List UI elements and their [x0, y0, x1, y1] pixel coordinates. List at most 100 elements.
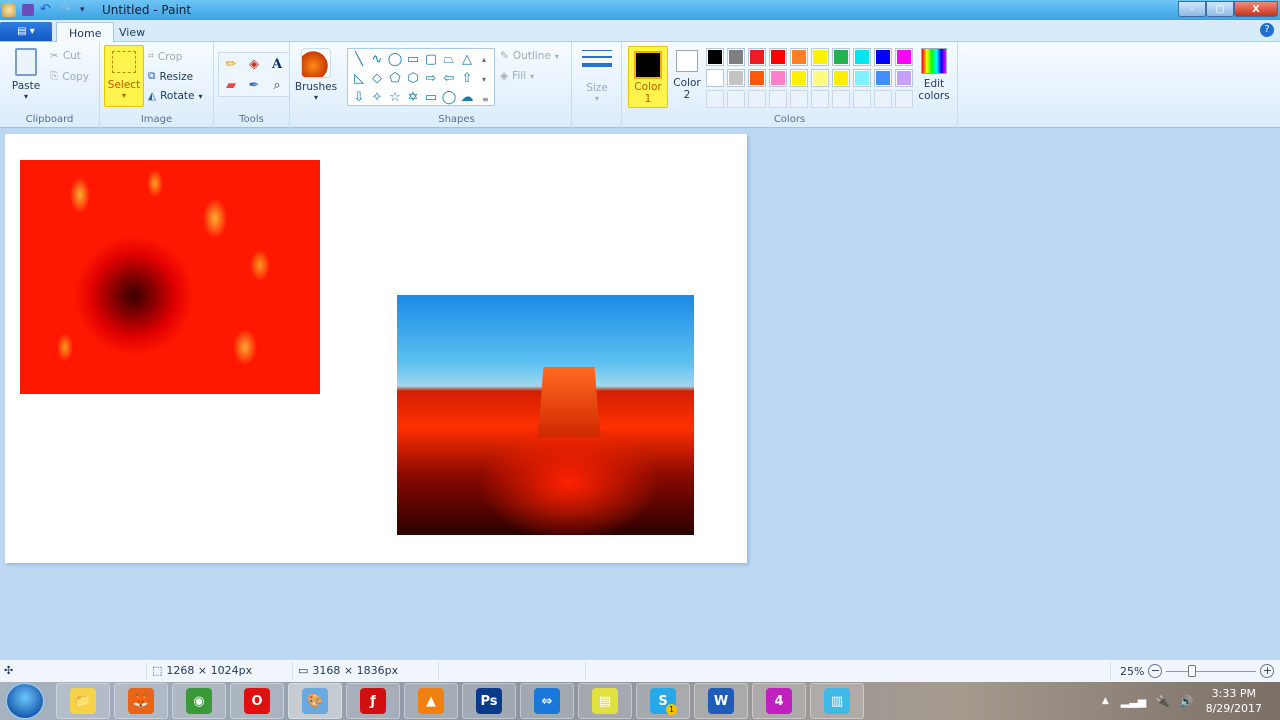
palette-color[interactable]	[895, 48, 913, 66]
shape-option-7[interactable]: ◺	[350, 69, 368, 88]
shape-option-2[interactable]: ◯	[386, 50, 404, 69]
palette-color[interactable]	[769, 69, 787, 87]
network-signal-icon[interactable]: ▂▃▅	[1121, 695, 1146, 708]
zoom-out-button[interactable]: −	[1148, 664, 1163, 678]
shape-option-1[interactable]: ∿	[368, 50, 386, 69]
palette-color[interactable]	[748, 69, 766, 87]
copy-button[interactable]: ⎘ Copy	[50, 70, 89, 83]
shape-option-19[interactable]: ◯	[440, 88, 458, 107]
taskbar-app-word[interactable]: W	[694, 683, 748, 719]
brushes-button[interactable]: Brushes ▾	[294, 48, 338, 102]
zoom-in-button[interactable]: +	[1260, 664, 1275, 678]
palette-custom-slot[interactable]	[748, 90, 766, 108]
outline-button[interactable]: ✎ Outline ▾	[500, 50, 559, 62]
palette-color[interactable]	[790, 48, 808, 66]
palette-custom-slot[interactable]	[727, 90, 745, 108]
taskbar-app-skype[interactable]: S1	[636, 683, 690, 719]
palette-color[interactable]	[832, 48, 850, 66]
fill-button[interactable]: ◈ Fill ▾	[500, 70, 534, 82]
palette-color[interactable]	[727, 69, 745, 87]
file-menu-button[interactable]: ▤ ▾	[0, 22, 52, 41]
palette-color[interactable]	[853, 48, 871, 66]
resize-button[interactable]: ⧉ Resize	[148, 70, 193, 83]
shape-option-10[interactable]: ⬡	[404, 69, 422, 88]
palette-color[interactable]	[874, 69, 892, 87]
tab-home[interactable]: Home	[56, 22, 115, 43]
eraser-icon[interactable]: ▰	[221, 76, 241, 94]
shape-option-6[interactable]: △	[458, 50, 476, 69]
shape-option-14[interactable]: ⇩	[350, 88, 368, 107]
maximize-button[interactable]: ▢	[1206, 1, 1234, 17]
rotate-button[interactable]: ◭ Rotate ▾	[148, 90, 202, 102]
cut-button[interactable]: ✂ Cut	[50, 50, 81, 62]
text-icon[interactable]: A	[267, 55, 287, 73]
palette-color[interactable]	[853, 69, 871, 87]
palette-color[interactable]	[811, 69, 829, 87]
minimize-button[interactable]: –	[1178, 1, 1206, 17]
volume-icon[interactable]: 🔊	[1180, 695, 1194, 708]
shape-option-4[interactable]: ▢	[422, 50, 440, 69]
palette-color[interactable]	[706, 48, 724, 66]
paint-app-icon[interactable]	[2, 3, 16, 17]
palette-custom-slot[interactable]	[706, 90, 724, 108]
taskbar-app-notepad[interactable]: ▥	[810, 683, 864, 719]
tab-view[interactable]: View	[107, 22, 157, 43]
palette-color[interactable]	[895, 69, 913, 87]
shape-option-8[interactable]: ◇	[368, 69, 386, 88]
taskbar-app-flash[interactable]: ƒ	[346, 683, 400, 719]
shape-option-11[interactable]: ⇨	[422, 69, 440, 88]
taskbar-app-vlc[interactable]: ▲	[404, 683, 458, 719]
taskbar-app-app-4[interactable]: 4	[752, 683, 806, 719]
undo-icon[interactable]: ↶	[40, 3, 54, 17]
shapes-scroll[interactable]: ▴ ▾ ≡	[482, 50, 489, 110]
palette-color[interactable]	[832, 69, 850, 87]
shape-option-9[interactable]: ⬠	[386, 69, 404, 88]
palette-color[interactable]	[769, 48, 787, 66]
shape-option-3[interactable]: ▭	[404, 50, 422, 69]
magnifier-icon[interactable]: ⌕	[267, 76, 287, 94]
shape-option-13[interactable]: ⇧	[458, 69, 476, 88]
palette-color[interactable]	[748, 48, 766, 66]
taskbar-app-firefox[interactable]: 🦊	[114, 683, 168, 719]
palette-color[interactable]	[727, 48, 745, 66]
select-button[interactable]: Select ▾	[104, 45, 144, 107]
palette-custom-slot[interactable]	[832, 90, 850, 108]
shape-option-18[interactable]: ▭	[422, 88, 440, 107]
taskbar-app-file-explorer[interactable]: 📁	[56, 683, 110, 719]
pencil-icon[interactable]: ✏	[221, 55, 241, 73]
customize-quick-access-icon[interactable]: ▾	[80, 3, 94, 17]
shape-option-5[interactable]: ⏢	[440, 50, 458, 69]
palette-custom-slot[interactable]	[811, 90, 829, 108]
palette-color[interactable]	[706, 69, 724, 87]
clock[interactable]: 3:33 PM 8/29/2017	[1206, 686, 1262, 716]
palette-custom-slot[interactable]	[790, 90, 808, 108]
taskbar-app-sticky-notes[interactable]: ▤	[578, 683, 632, 719]
zoom-slider-thumb[interactable]	[1188, 665, 1197, 677]
drawing-canvas[interactable]	[5, 134, 747, 563]
flower-image[interactable]	[20, 160, 320, 394]
palette-custom-slot[interactable]	[769, 90, 787, 108]
palette-color[interactable]	[874, 48, 892, 66]
close-button[interactable]: X	[1234, 1, 1278, 17]
palette-custom-slot[interactable]	[874, 90, 892, 108]
shape-option-16[interactable]: ☆	[386, 88, 404, 107]
palette-color[interactable]	[811, 48, 829, 66]
fill-bucket-icon[interactable]: ◈	[244, 55, 264, 73]
palette-custom-slot[interactable]	[895, 90, 913, 108]
edit-colors-button[interactable]: Edit colors	[914, 48, 954, 102]
color2-button[interactable]: Color 2	[672, 50, 702, 101]
color1-button[interactable]: Color 1	[628, 46, 668, 108]
palette-custom-slot[interactable]	[853, 90, 871, 108]
crop-button[interactable]: ⌗ Crop	[148, 50, 182, 63]
start-button[interactable]	[6, 683, 44, 719]
shape-option-12[interactable]: ⇦	[440, 69, 458, 88]
shape-option-0[interactable]: ╲	[350, 50, 368, 69]
taskbar-app-photoshop[interactable]: Ps	[462, 683, 516, 719]
shape-option-17[interactable]: ✡	[404, 88, 422, 107]
redo-icon[interactable]: ↷	[60, 3, 74, 17]
save-icon[interactable]	[22, 4, 34, 16]
taskbar-app-opera[interactable]: O	[230, 683, 284, 719]
size-button[interactable]: Size ▾	[581, 50, 613, 103]
shape-option-15[interactable]: ✧	[368, 88, 386, 107]
power-icon[interactable]: 🔌	[1156, 695, 1170, 708]
